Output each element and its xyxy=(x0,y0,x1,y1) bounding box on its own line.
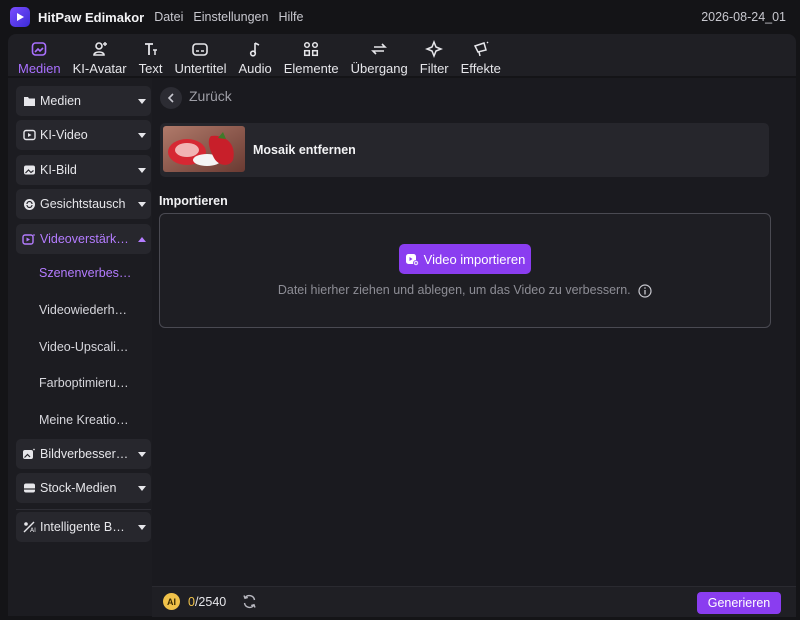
tab-text[interactable]: Text xyxy=(133,36,169,76)
chevron-down-icon xyxy=(133,451,151,457)
ai-coin-icon: AI xyxy=(163,593,180,610)
folder-icon xyxy=(22,94,36,108)
tab-ki-avatar[interactable]: KI-Avatar xyxy=(67,36,133,76)
tab-label: Audio xyxy=(238,61,272,76)
tab-effekte[interactable]: Effekte xyxy=(455,36,507,76)
tab-audio[interactable]: Audio xyxy=(232,36,277,76)
chevron-down-icon xyxy=(133,485,151,491)
transition-icon xyxy=(371,43,388,55)
svg-text:AI: AI xyxy=(30,527,36,533)
sidebar-item-label: Videoverstärk… xyxy=(40,232,129,246)
tab-medien[interactable]: Medien xyxy=(12,36,67,76)
credits-total: /2540 xyxy=(194,595,227,609)
credits-counter: 0/2540 xyxy=(188,595,226,609)
sidebar-item-stock-medien[interactable]: Stock-Medien xyxy=(16,473,151,503)
feature-card[interactable]: Mosaik entfernen xyxy=(160,123,769,177)
media-icon xyxy=(32,42,47,56)
info-icon[interactable] xyxy=(638,284,652,298)
sidebar-item-ki-bild[interactable]: KI-Bild xyxy=(16,155,151,185)
sidebar-item-intelligente-bearbeitung[interactable]: AI Intelligente B… xyxy=(16,512,151,542)
drop-hint: Datei hierher ziehen und ablegen, um das… xyxy=(160,283,770,298)
sidebar-subitem-videowiederherstellung[interactable]: Videowiederh… xyxy=(39,303,127,317)
sidebar-subitem-video-upscaling[interactable]: Video-Upscali… xyxy=(39,340,128,354)
chevron-down-icon xyxy=(133,167,151,173)
sidebar-item-ki-video[interactable]: KI-Video xyxy=(16,120,151,150)
sidebar: Medien KI-Video KI-Bild Gesichtstausch V… xyxy=(8,78,152,616)
chevron-down-icon xyxy=(133,132,151,138)
tab-label: Medien xyxy=(18,61,61,76)
face-swap-icon xyxy=(22,197,36,211)
credits-used: 0 xyxy=(188,595,195,609)
tab-untertitel[interactable]: Untertitel xyxy=(168,36,232,76)
video-add-icon xyxy=(405,254,419,266)
sidebar-item-label: Bildverbesser… xyxy=(40,447,129,461)
ai-image-icon xyxy=(22,163,36,177)
back-button[interactable] xyxy=(160,87,182,109)
menu-datei[interactable]: Datei xyxy=(154,10,183,24)
section-label-import: Importieren xyxy=(159,194,228,208)
filter-icon xyxy=(425,40,444,58)
tab-label: Text xyxy=(138,61,163,76)
sidebar-item-label: Stock-Medien xyxy=(40,481,117,495)
subtitle-icon xyxy=(192,43,209,56)
avatar-icon xyxy=(92,42,107,56)
smart-tools-icon: AI xyxy=(22,520,36,534)
import-video-label: Video importieren xyxy=(423,251,526,267)
sidebar-item-bildverbesserung[interactable]: Bildverbesser… xyxy=(16,439,151,469)
tab-elemente[interactable]: Elemente xyxy=(278,36,345,76)
sidebar-item-medien[interactable]: Medien xyxy=(16,86,151,116)
chevron-up-icon xyxy=(133,236,151,242)
tab-label: Filter xyxy=(419,61,449,76)
tab-label: KI-Avatar xyxy=(72,61,127,76)
audio-icon xyxy=(249,42,260,57)
back-label[interactable]: Zurück xyxy=(189,88,232,104)
sidebar-item-gesichtstausch[interactable]: Gesichtstausch xyxy=(16,189,151,219)
video-enhance-icon xyxy=(22,232,36,246)
sidebar-item-videoverstaerkung[interactable]: Videoverstärk… xyxy=(16,224,151,254)
sidebar-item-label: Gesichtstausch xyxy=(40,197,126,211)
bottom-bar: AI 0/2540 Generieren xyxy=(152,586,796,617)
project-name: 2026-08-24_01 xyxy=(701,10,786,24)
elements-icon xyxy=(304,41,319,57)
import-video-button[interactable]: Video importieren xyxy=(399,244,531,274)
sidebar-item-label: KI-Video xyxy=(40,128,88,142)
title-bar: HitPaw Edimakor Datei Einstellungen Hilf… xyxy=(0,0,800,34)
app-title: HitPaw Edimakor xyxy=(38,9,145,25)
tab-label: Elemente xyxy=(283,61,339,76)
chevron-down-icon xyxy=(133,201,151,207)
chevron-down-icon xyxy=(133,98,151,104)
stock-media-icon xyxy=(22,481,36,495)
sidebar-subitem-farboptimierung[interactable]: Farboptimieru… xyxy=(39,376,129,390)
tab-label: Effekte xyxy=(460,61,501,76)
tab-uebergang[interactable]: Übergang xyxy=(345,36,414,76)
effects-icon xyxy=(473,41,489,57)
image-enhance-icon xyxy=(22,447,36,461)
chevron-left-icon xyxy=(167,93,174,103)
menu-einstellungen[interactable]: Einstellungen xyxy=(193,10,268,24)
tab-label: Übergang xyxy=(350,61,408,76)
ai-video-icon xyxy=(22,128,36,142)
refresh-icon[interactable] xyxy=(241,593,258,610)
sidebar-item-label: Intelligente B… xyxy=(40,520,125,534)
main-panel: Zurück Mosaik entfernen Importieren Vide… xyxy=(152,78,796,586)
tab-filter[interactable]: Filter xyxy=(414,36,455,76)
import-dropzone[interactable]: Video importieren Datei hierher ziehen u… xyxy=(159,213,771,328)
text-icon xyxy=(144,43,157,55)
tab-label: Untertitel xyxy=(174,61,227,76)
chevron-down-icon xyxy=(133,524,151,530)
strawberry-thumbnail xyxy=(163,126,245,172)
sidebar-item-label: KI-Bild xyxy=(40,163,77,177)
menu-hilfe[interactable]: Hilfe xyxy=(278,10,303,24)
sidebar-subitem-meine-kreationen[interactable]: Meine Kreatio… xyxy=(39,413,129,427)
card-title: Mosaik entfernen xyxy=(253,143,356,157)
sidebar-divider xyxy=(16,509,151,510)
app-logo xyxy=(10,7,30,27)
generate-button[interactable]: Generieren xyxy=(697,592,781,614)
sidebar-item-label: Medien xyxy=(40,94,81,108)
sidebar-subitem-szenenverbesserung[interactable]: Szenenverbes… xyxy=(39,266,131,280)
drop-hint-text: Datei hierher ziehen und ablegen, um das… xyxy=(277,283,631,297)
main-toolbar: Medien KI-Avatar Text Untertitel Audio E… xyxy=(8,34,796,76)
